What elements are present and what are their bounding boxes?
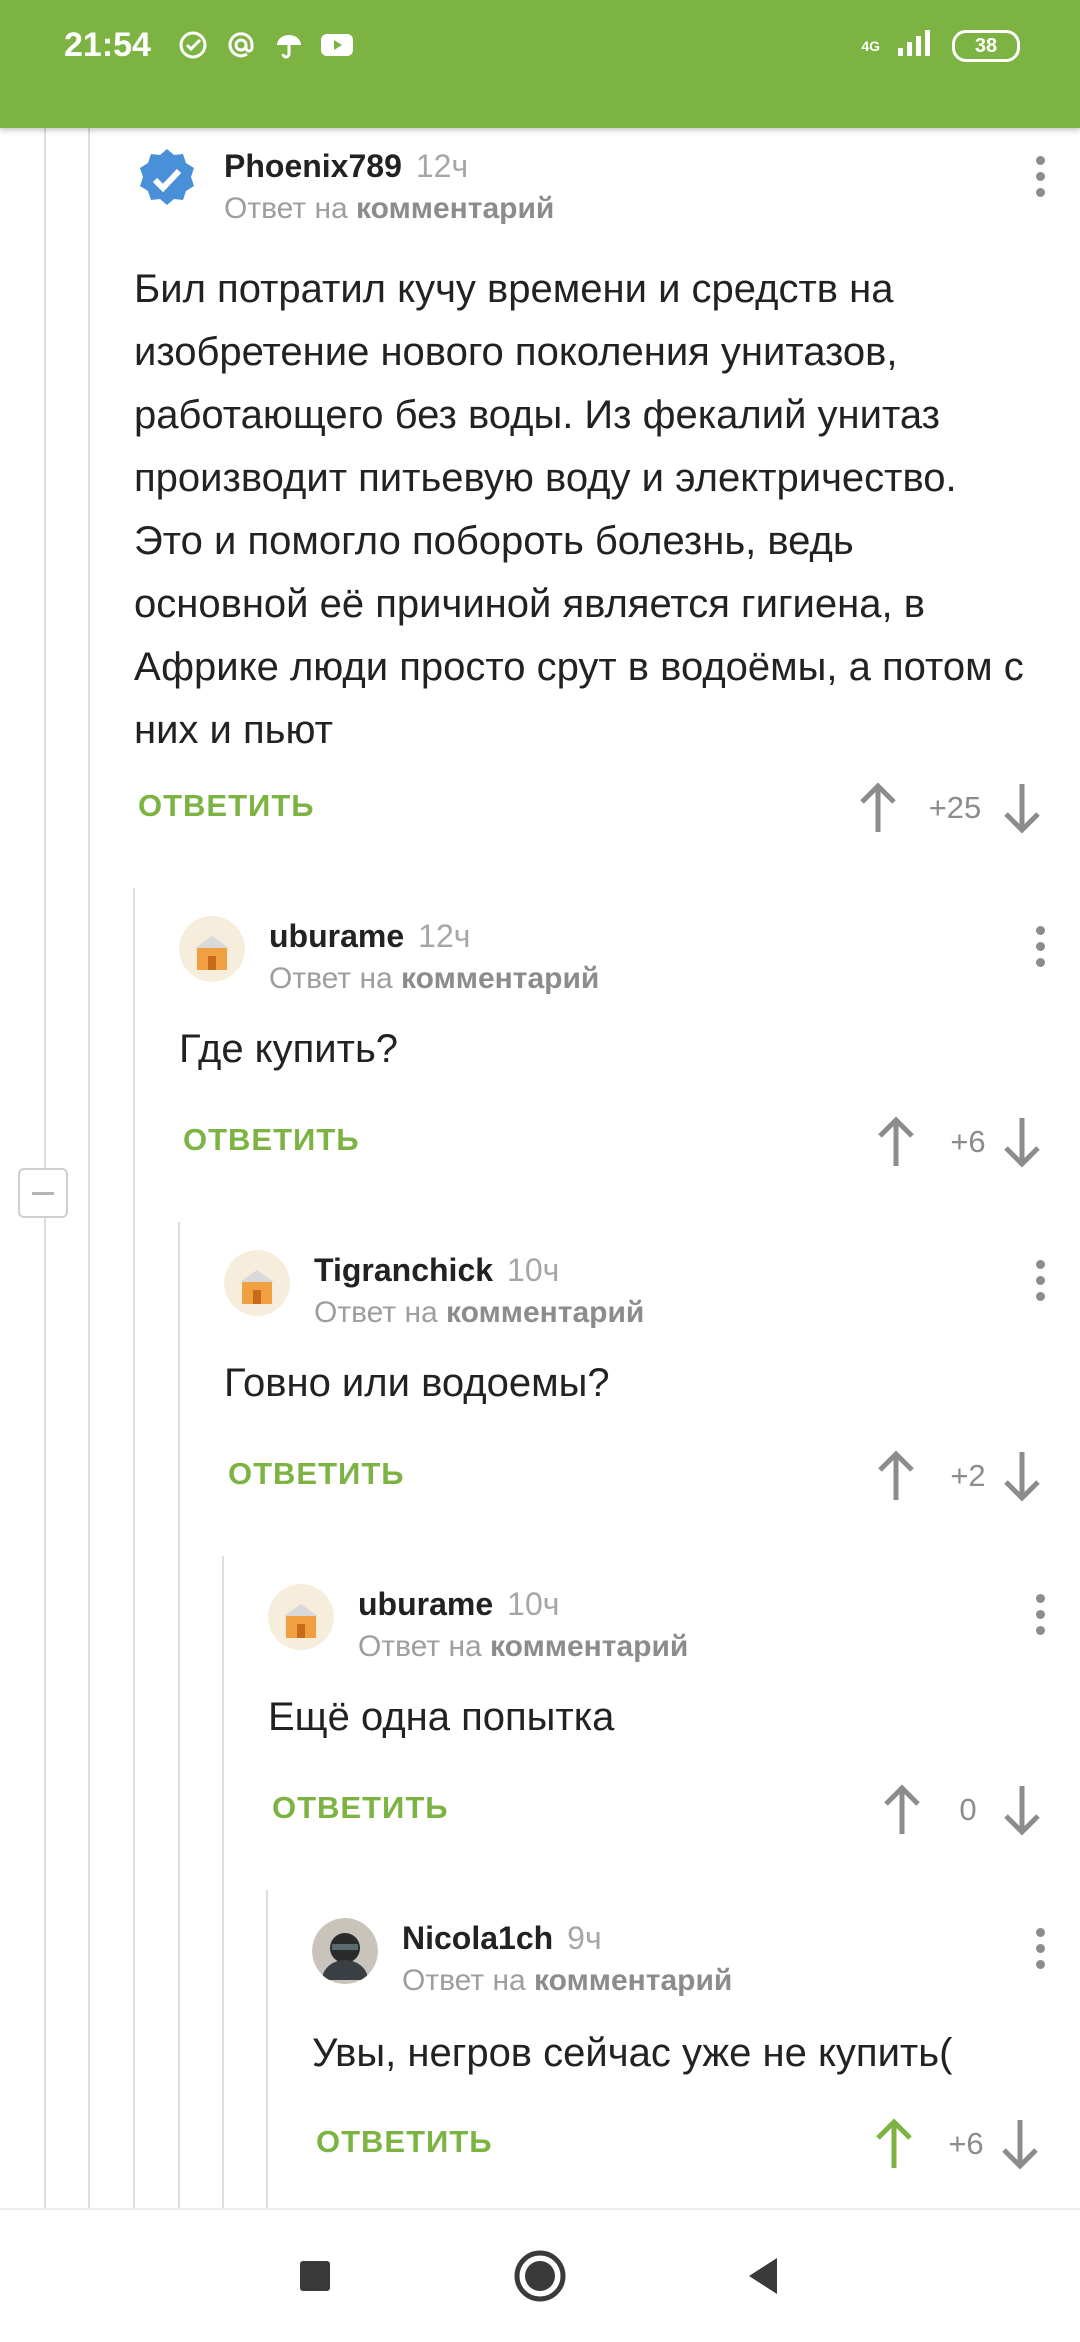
comment-author[interactable]: uburame 12ч	[269, 918, 470, 955]
comment-time: 10ч	[507, 1586, 560, 1622]
recents-button[interactable]	[285, 2246, 345, 2306]
comment-item: uburame 12ч Ответ на комментарий Где купи…	[135, 898, 1080, 1218]
comment-actions: ОТВЕТИТЬ +6	[135, 1112, 1080, 1172]
upvote-icon[interactable]	[870, 1446, 922, 1506]
comment-item: Nicola1ch 9ч Ответ на комментарий Увы, не…	[268, 1900, 1080, 2208]
comment-thread: Phoenix789 12ч Ответ на комментарий Бил п…	[0, 128, 1080, 2208]
reply-to-link[interactable]: комментарий	[490, 1630, 688, 1663]
comment-author[interactable]: Phoenix789 12ч	[224, 148, 468, 185]
comment-time: 12ч	[418, 918, 471, 954]
back-button[interactable]	[735, 2246, 795, 2306]
comment-author[interactable]: uburame 10ч	[358, 1586, 559, 1623]
default-avatar[interactable]	[179, 916, 245, 982]
status-time: 21:54	[64, 26, 151, 64]
verified-badge-icon	[134, 146, 200, 212]
comment-time: 9ч	[567, 1920, 602, 1956]
reply-to-link[interactable]: комментарий	[356, 192, 554, 225]
reply-to-line: Ответ на комментарий	[314, 1296, 645, 1329]
more-options-icon[interactable]	[1030, 1594, 1050, 1638]
reply-to-line: Ответ на комментарий	[224, 192, 555, 225]
reply-to-line: Ответ на комментарий	[358, 1630, 689, 1663]
comment-score: +2	[950, 1458, 986, 1493]
system-nav-bar	[0, 2208, 1080, 2342]
downvote-icon[interactable]	[996, 1446, 1048, 1506]
comment-actions: ОТВЕТИТЬ +6	[268, 2114, 1080, 2174]
comment-actions: ОТВЕТИТЬ +2	[180, 1446, 1080, 1506]
more-options-icon[interactable]	[1030, 156, 1050, 200]
comment-text: Увы, негров сейчас уже не купить(	[312, 2031, 953, 2075]
comment-time: 12ч	[415, 148, 469, 184]
reply-to-link[interactable]: комментарий	[446, 1296, 644, 1329]
downvote-icon[interactable]	[996, 1112, 1048, 1172]
comment-item: uburame 10ч Ответ на комментарий Ещё одна…	[224, 1566, 1080, 1886]
comment-actions: ОТВЕТИТЬ +25	[90, 778, 1080, 838]
reply-to-link[interactable]: комментарий	[401, 962, 599, 995]
collapse-thread-button[interactable]	[18, 1168, 68, 1218]
comment-text: Говно или водоемы?	[224, 1361, 610, 1405]
network-indicator: 4G	[861, 37, 880, 54]
downvote-icon[interactable]	[996, 1780, 1048, 1840]
comment-score: 0	[959, 1792, 977, 1827]
signal-icon	[896, 28, 936, 63]
comment-item: Tigranchick 10ч Ответ на комментарий Говн…	[180, 1232, 1080, 1552]
umbrella-icon	[272, 28, 306, 62]
downvote-icon[interactable]	[996, 778, 1048, 838]
reply-button[interactable]: ОТВЕТИТЬ	[183, 1122, 360, 1158]
upvote-icon[interactable]	[852, 778, 904, 838]
comment-score: +25	[928, 790, 982, 825]
downvote-icon[interactable]	[994, 2114, 1046, 2174]
home-button[interactable]	[510, 2246, 570, 2306]
default-avatar[interactable]	[224, 1250, 290, 1316]
comment-text: Бил потратил кучу времени и средств на и…	[134, 267, 1024, 752]
reply-to-line: Ответ на комментарий	[269, 962, 600, 995]
at-icon	[224, 28, 258, 62]
comment-text: Ещё одна попытка	[268, 1695, 615, 1739]
upvote-icon[interactable]	[876, 1780, 928, 1840]
default-avatar[interactable]	[268, 1584, 334, 1650]
comment-time: 10ч	[507, 1252, 560, 1288]
comment-score: +6	[950, 1124, 986, 1159]
battery-indicator: 38	[952, 29, 1020, 62]
reply-button[interactable]: ОТВЕТИТЬ	[272, 1790, 449, 1826]
upvote-icon[interactable]	[868, 2114, 920, 2174]
more-options-icon[interactable]	[1030, 1260, 1050, 1304]
comment-actions: ОТВЕТИТЬ 0	[224, 1780, 1080, 1840]
upvote-icon[interactable]	[870, 1112, 922, 1172]
reply-button[interactable]: ОТВЕТИТЬ	[228, 1456, 405, 1492]
comment-item: Phoenix789 12ч Ответ на комментарий Бил п…	[90, 128, 1080, 868]
reply-button[interactable]: ОТВЕТИТЬ	[316, 2124, 493, 2160]
reply-to-line: Ответ на комментарий	[402, 1964, 733, 1997]
sber-icon	[176, 28, 210, 62]
comment-text: Где купить?	[179, 1027, 399, 1071]
notification-icons	[176, 28, 354, 62]
more-options-icon[interactable]	[1030, 926, 1050, 970]
comment-author[interactable]: Tigranchick 10ч	[314, 1252, 559, 1289]
comment-author[interactable]: Nicola1ch 9ч	[402, 1920, 602, 1957]
reply-button[interactable]: ОТВЕТИТЬ	[138, 788, 315, 824]
more-options-icon[interactable]	[1030, 1928, 1050, 1972]
youtube-icon	[320, 28, 354, 62]
photo-avatar[interactable]	[312, 1918, 378, 1984]
reply-to-link[interactable]: комментарий	[534, 1964, 732, 1997]
comment-score: +6	[948, 2126, 984, 2161]
status-bar: 21:54 4G 38	[0, 0, 1080, 128]
